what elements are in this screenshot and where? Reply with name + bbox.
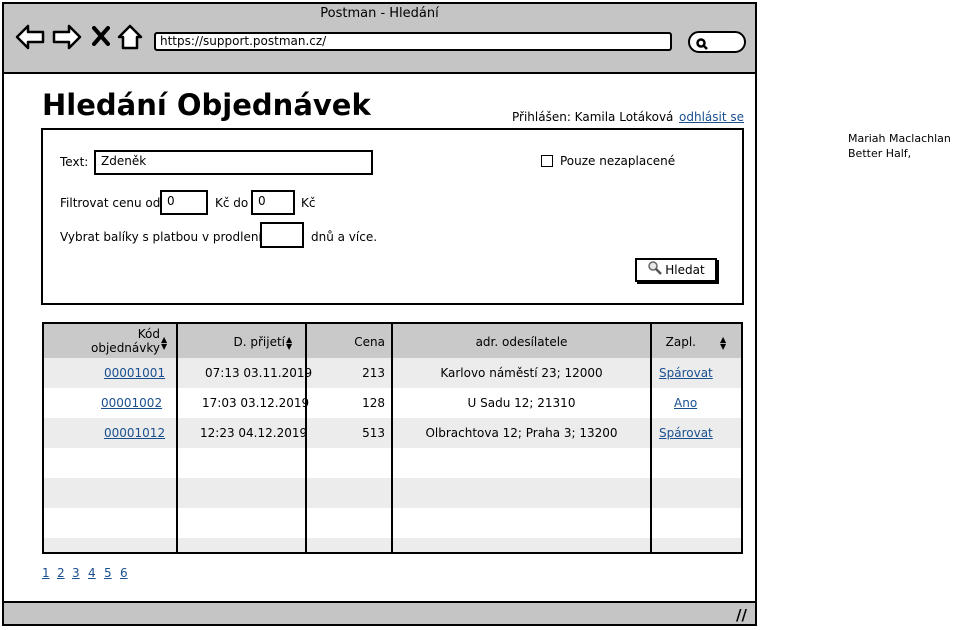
column-header-code-line1: Kód: [137, 327, 160, 341]
side-note-line1: Mariah Maclachlan: [848, 132, 951, 145]
page-link-5[interactable]: 5: [104, 566, 112, 580]
page-title: Hledání Objednávek: [42, 88, 371, 122]
price-from-input[interactable]: 0: [160, 190, 208, 215]
paid-action-link[interactable]: Spárovat: [659, 366, 713, 380]
logout-link[interactable]: odhlásit se: [679, 110, 744, 124]
arrow-left-icon[interactable]: [15, 24, 45, 54]
order-code-link[interactable]: 00001001: [104, 366, 165, 380]
x-icon[interactable]: [92, 26, 110, 50]
sort-icon[interactable]: ▲ ▼: [720, 336, 726, 351]
side-note-line2: Better Half,: [848, 147, 912, 160]
price-to-input[interactable]: 0: [251, 190, 295, 215]
page-link-1[interactable]: 1: [42, 566, 50, 580]
paid-action-link[interactable]: Spárovat: [659, 426, 713, 440]
magnifier-icon: [647, 260, 663, 281]
column-header-code-line2: objednávky: [91, 341, 160, 355]
home-icon[interactable]: [117, 24, 143, 54]
sort-icon[interactable]: ▲ ▼: [161, 336, 167, 351]
received-cell: 07:13 03.11.2019: [205, 366, 313, 380]
currency-label: Kč: [301, 196, 316, 210]
column-header-code[interactable]: Kód objednávky: [44, 327, 160, 355]
paid-action-link[interactable]: Ano: [674, 396, 697, 410]
overdue-label: Vybrat balíky s platbou v prodlení: [60, 230, 262, 244]
text-search-input[interactable]: Zdeněk: [94, 150, 373, 175]
page-link-2[interactable]: 2: [57, 566, 65, 580]
overdue-suffix-label: dnů a více.: [311, 230, 378, 244]
overdue-days-input[interactable]: [260, 222, 304, 248]
resize-grip-icon[interactable]: //: [736, 606, 747, 624]
received-cell: 17:03 03.12.2019: [202, 396, 310, 410]
price-cell: 128: [362, 396, 385, 410]
column-divider: [176, 324, 178, 552]
arrow-right-icon[interactable]: [52, 24, 82, 54]
price-to-label: Kč do: [215, 196, 249, 210]
column-header-price: Cena: [354, 335, 385, 349]
column-header-received[interactable]: D. přijetí: [176, 335, 285, 349]
order-code-link[interactable]: 00001002: [101, 396, 162, 410]
unpaid-only-label: Pouze nezaplacené: [560, 154, 676, 168]
sort-icon[interactable]: ▲ ▼: [286, 336, 292, 351]
text-label: Text:: [60, 155, 89, 169]
received-cell: 12:23 04.12.2019: [200, 426, 308, 440]
unpaid-only-checkbox[interactable]: [541, 155, 553, 167]
column-header-address: adr. odesílatele: [475, 335, 568, 349]
column-divider: [650, 324, 652, 552]
address-cell: U Sadu 12; 21310: [467, 396, 576, 410]
search-icon: [695, 36, 709, 55]
address-cell: Olbrachtova 12; Praha 3; 13200: [425, 426, 618, 440]
browser-search[interactable]: [688, 31, 746, 53]
orders-table: Kód objednávky ▲ ▼ D. přijetí ▲ ▼ Cena adr…: [42, 322, 743, 554]
logged-in-user: Přihlášen: Kamila Lotáková: [512, 110, 674, 124]
window-title: Postman - Hledání: [320, 6, 439, 21]
side-note: Mariah Maclachlan Better Half,: [848, 131, 951, 161]
address-bar[interactable]: https://support.postman.cz/: [154, 32, 672, 51]
page-link-4[interactable]: 4: [88, 566, 96, 580]
address-cell: Karlovo náměstí 23; 12000: [440, 366, 603, 380]
column-header-paid[interactable]: Zapl.: [652, 335, 696, 349]
page-link-6[interactable]: 6: [120, 566, 128, 580]
search-button[interactable]: Hledat: [635, 258, 717, 282]
order-code-link[interactable]: 00001012: [104, 426, 165, 440]
price-from-label: Filtrovat cenu od:: [60, 196, 165, 210]
price-cell: 513: [362, 426, 385, 440]
status-bar: [2, 601, 757, 626]
price-cell: 213: [362, 366, 385, 380]
search-button-label: Hledat: [665, 263, 705, 277]
page-link-3[interactable]: 3: [72, 566, 80, 580]
